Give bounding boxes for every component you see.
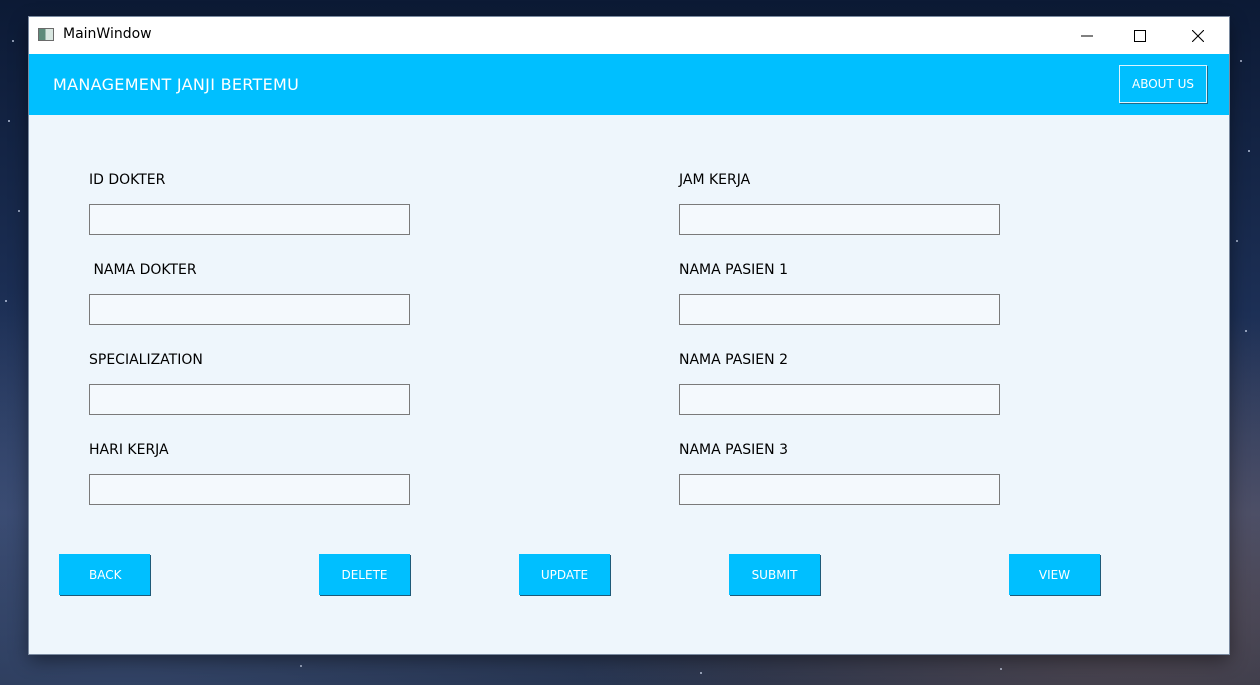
nama-dokter-input[interactable]: [89, 294, 410, 325]
back-button[interactable]: BACK: [59, 554, 150, 595]
label-nama-pasien-3: NAMA PASIEN 3: [679, 442, 788, 458]
about-us-button[interactable]: ABOUT US: [1119, 65, 1207, 103]
label-nama-dokter: NAMA DOKTER: [89, 262, 197, 278]
label-hari-kerja: HARI KERJA: [89, 442, 169, 458]
update-button[interactable]: UPDATE: [519, 554, 610, 595]
label-nama-pasien-1: NAMA PASIEN 1: [679, 262, 788, 278]
maximize-icon: [1134, 29, 1146, 42]
title-bar: MainWindow: [29, 17, 1229, 54]
close-icon: [1192, 29, 1204, 42]
minimize-icon: [1081, 35, 1093, 36]
app-window-icon: [38, 28, 54, 41]
view-button[interactable]: VIEW: [1009, 554, 1100, 595]
header-bar: MANAGEMENT JANJI BERTEMU ABOUT US: [29, 54, 1229, 115]
maximize-button[interactable]: [1117, 17, 1163, 54]
nama-pasien-2-input[interactable]: [679, 384, 1000, 415]
label-id-dokter: ID DOKTER: [89, 172, 166, 188]
main-window: MainWindow MANAGEMENT JANJI BERTEMU ABOU…: [29, 17, 1229, 654]
close-button[interactable]: [1175, 17, 1221, 54]
label-nama-pasien-2: NAMA PASIEN 2: [679, 352, 788, 368]
jam-kerja-input[interactable]: [679, 204, 1000, 235]
submit-button[interactable]: SUBMIT: [729, 554, 820, 595]
label-specialization: SPECIALIZATION: [89, 352, 203, 368]
page-title: MANAGEMENT JANJI BERTEMU: [53, 75, 300, 94]
nama-pasien-3-input[interactable]: [679, 474, 1000, 505]
specialization-input[interactable]: [89, 384, 410, 415]
window-title: MainWindow: [63, 26, 152, 42]
hari-kerja-input[interactable]: [89, 474, 410, 505]
delete-button[interactable]: DELETE: [319, 554, 410, 595]
minimize-button[interactable]: [1064, 17, 1110, 54]
nama-pasien-1-input[interactable]: [679, 294, 1000, 325]
id-dokter-input[interactable]: [89, 204, 410, 235]
label-jam-kerja: JAM KERJA: [679, 172, 751, 188]
